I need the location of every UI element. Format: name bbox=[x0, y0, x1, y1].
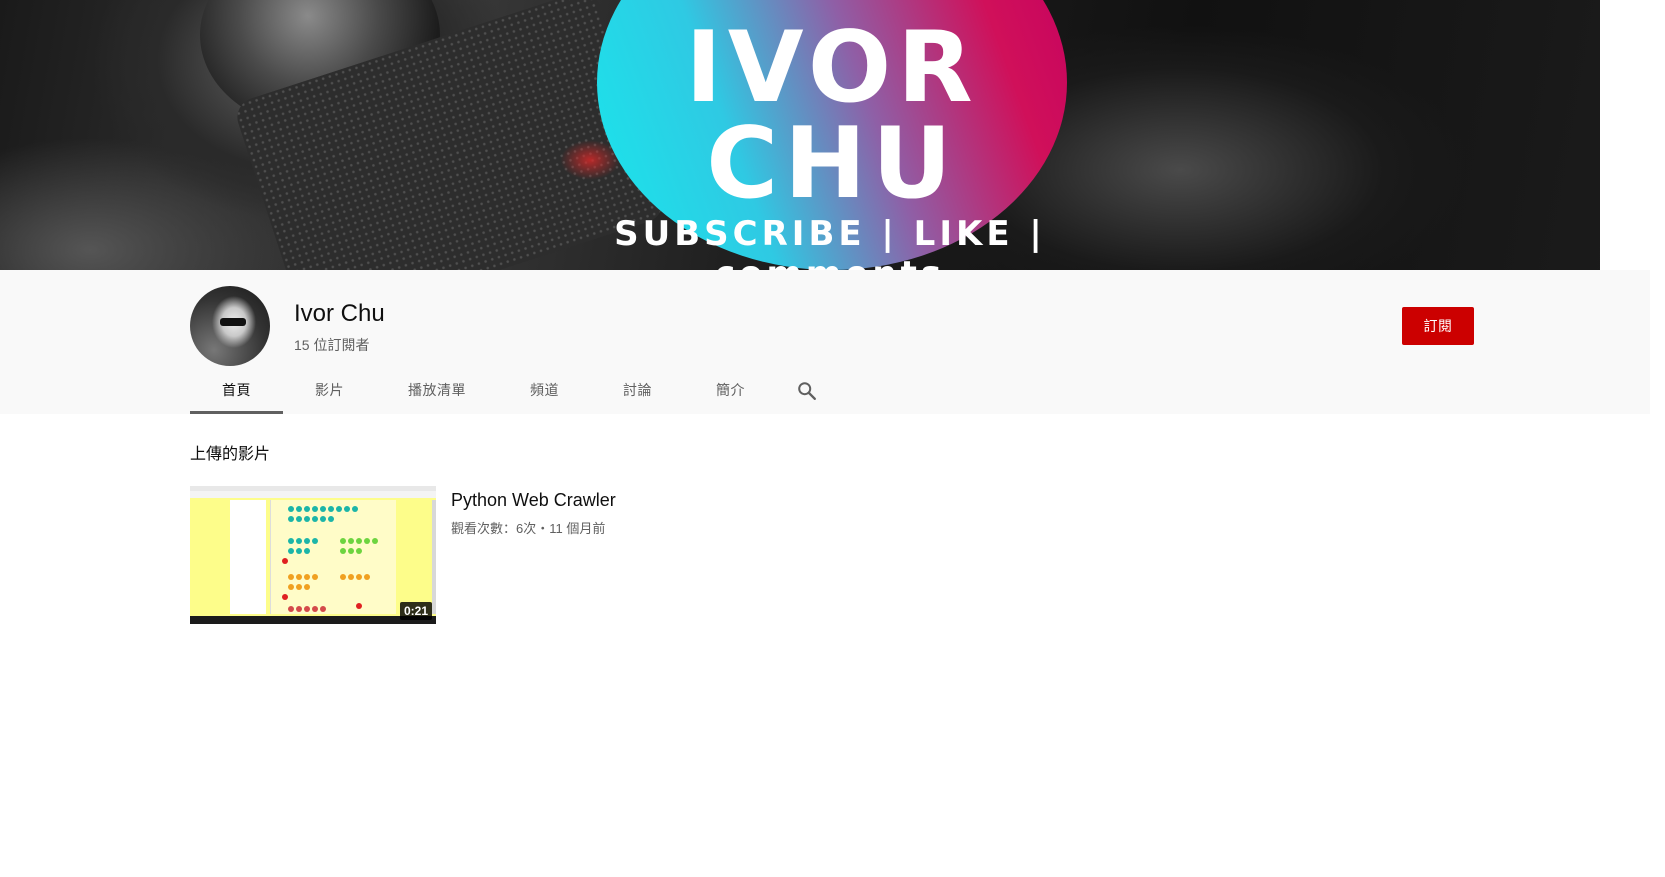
thumb-ball bbox=[320, 506, 326, 512]
channel-header: Ivor Chu 15 位訂閱者 訂閱 首頁 影片 播放清單 頻道 討論 簡介 bbox=[0, 270, 1665, 414]
thumb-ball bbox=[320, 516, 326, 522]
thumb-ball bbox=[312, 538, 318, 544]
thumb-ball bbox=[288, 548, 294, 554]
avatar-visor bbox=[220, 318, 246, 326]
subscribe-button[interactable]: 訂閱 bbox=[1402, 307, 1474, 345]
tab-about[interactable]: 簡介 bbox=[684, 372, 777, 414]
thumb-ball bbox=[364, 574, 370, 580]
thumb-ball bbox=[304, 548, 310, 554]
thumb-ball bbox=[296, 516, 302, 522]
thumb-ball bbox=[328, 506, 334, 512]
thumb-ball bbox=[304, 606, 310, 612]
thumb-ball bbox=[344, 506, 350, 512]
thumb-ball bbox=[320, 606, 326, 612]
avatar[interactable] bbox=[190, 286, 270, 366]
channel-banner: IVOR CHU SUBSCRIBE | LIKE | comments bbox=[0, 0, 1665, 270]
thumb-ball bbox=[328, 516, 334, 522]
video-meta: 觀看次數：6次・11 個月前 bbox=[451, 521, 606, 536]
thumb-sidebar bbox=[230, 500, 266, 614]
thumb-ball bbox=[312, 506, 318, 512]
tab-search[interactable] bbox=[777, 372, 837, 414]
thumb-ball bbox=[288, 584, 294, 590]
channel-name: Ivor Chu bbox=[294, 300, 385, 327]
thumb-ball bbox=[356, 538, 362, 544]
thumb-ball bbox=[340, 548, 346, 554]
thumb-ball bbox=[296, 574, 302, 580]
tab-home[interactable]: 首頁 bbox=[190, 372, 283, 414]
thumb-ball bbox=[340, 574, 346, 580]
thumb-ball bbox=[288, 606, 294, 612]
video-duration-badge: 0:21 bbox=[399, 602, 432, 620]
thumb-ball bbox=[288, 538, 294, 544]
banner-logo-line2: CHU bbox=[706, 107, 958, 221]
thumb-ball bbox=[296, 548, 302, 554]
thumb-ball bbox=[348, 538, 354, 544]
banner-tagline: SUBSCRIBE | LIKE | comments bbox=[614, 214, 1046, 270]
thumb-ball bbox=[312, 606, 318, 612]
tab-playlists[interactable]: 播放清單 bbox=[376, 372, 498, 414]
banner-logo-line1: IVOR bbox=[685, 11, 979, 125]
thumb-address-bar bbox=[190, 491, 436, 498]
thumb-scrollbar bbox=[432, 500, 436, 614]
tab-discussion[interactable]: 討論 bbox=[591, 372, 684, 414]
search-icon bbox=[798, 382, 816, 400]
thumb-ball bbox=[304, 538, 310, 544]
thumb-ball bbox=[288, 574, 294, 580]
thumb-ball bbox=[372, 538, 378, 544]
thumb-ball bbox=[304, 516, 310, 522]
thumb-ball bbox=[364, 538, 370, 544]
channel-tabs: 首頁 影片 播放清單 頻道 討論 簡介 bbox=[190, 372, 837, 414]
thumb-ball bbox=[296, 538, 302, 544]
thumb-ball bbox=[348, 548, 354, 554]
thumb-ball bbox=[348, 574, 354, 580]
thumb-ball bbox=[312, 516, 318, 522]
uploads-section-title[interactable]: 上傳的影片 bbox=[190, 440, 270, 464]
thumb-ball bbox=[304, 584, 310, 590]
tab-channels[interactable]: 頻道 bbox=[498, 372, 591, 414]
channel-page: IVOR CHU SUBSCRIBE | LIKE | comments Ivo… bbox=[0, 0, 1665, 877]
thumb-ball bbox=[352, 506, 358, 512]
thumb-ball bbox=[336, 506, 342, 512]
thumb-ball bbox=[312, 574, 318, 580]
thumb-ball bbox=[304, 506, 310, 512]
thumb-ball bbox=[356, 548, 362, 554]
thumb-ball bbox=[296, 606, 302, 612]
thumb-ball bbox=[288, 516, 294, 522]
thumb-ball bbox=[296, 506, 302, 512]
thumb-ball bbox=[356, 603, 362, 609]
subscriber-count: 15 位訂閱者 bbox=[294, 337, 370, 353]
thumb-ball bbox=[282, 558, 288, 564]
thumb-ball bbox=[282, 594, 288, 600]
thumb-ball bbox=[288, 506, 294, 512]
thumb-ball bbox=[356, 574, 362, 580]
page-scrollbar[interactable] bbox=[1650, 0, 1665, 877]
thumb-ball bbox=[296, 584, 302, 590]
video-item[interactable]: 0:21 Python Web Crawler 觀看次數：6次・11 個月前 bbox=[190, 486, 790, 624]
video-title[interactable]: Python Web Crawler bbox=[451, 490, 616, 511]
tab-videos[interactable]: 影片 bbox=[283, 372, 376, 414]
video-thumbnail[interactable]: 0:21 bbox=[190, 486, 436, 624]
thumb-ball bbox=[304, 574, 310, 580]
thumb-ball bbox=[340, 538, 346, 544]
